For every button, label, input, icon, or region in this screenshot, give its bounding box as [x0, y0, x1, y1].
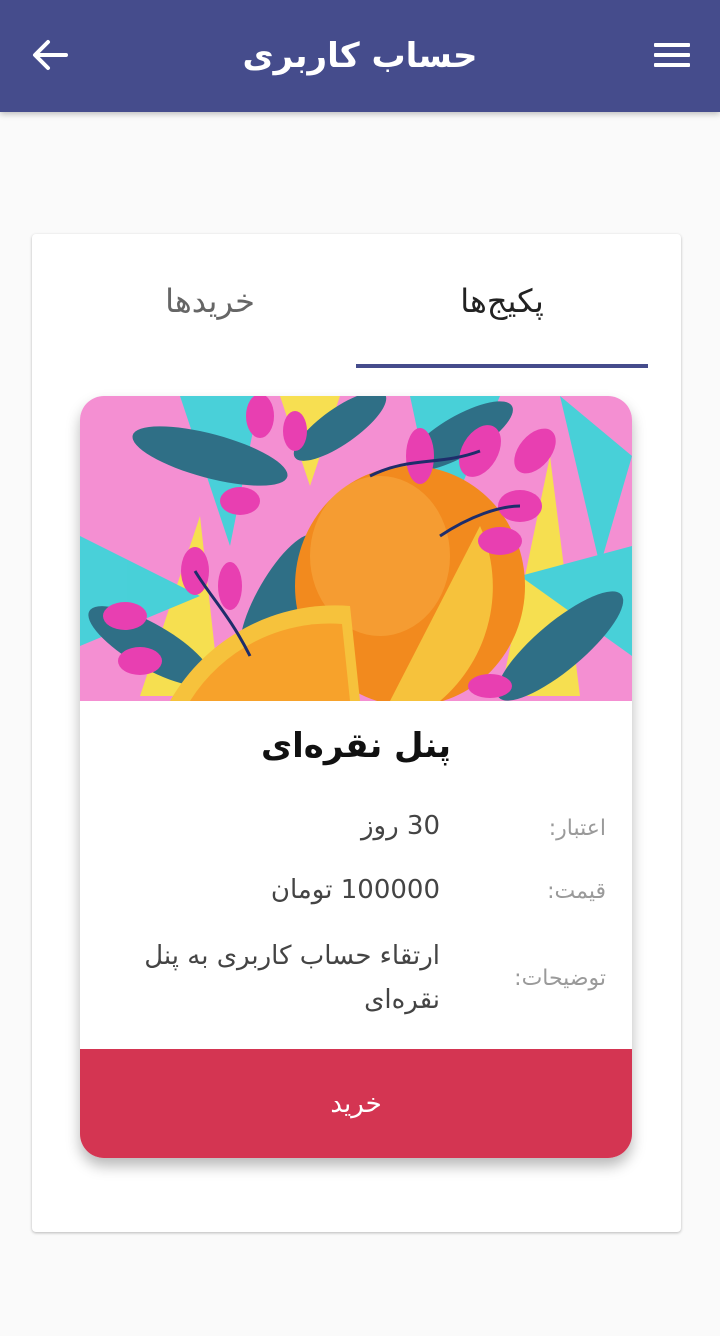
buy-button[interactable]: خرید: [80, 1049, 632, 1158]
account-panel: پکیج‌ها خریدها: [32, 234, 681, 1232]
tab-packages[interactable]: پکیج‌ها: [356, 234, 648, 368]
validity-label: اعتبار:: [548, 816, 606, 841]
package-title: پنل نقره‌ای: [260, 726, 452, 766]
description-label: توضیحات:: [514, 966, 606, 991]
page-title: حساب کاربری: [242, 36, 478, 76]
app-bar: حساب کاربری: [0, 0, 720, 112]
package-card: پنل نقره‌ای اعتبار: 30 روز قیمت: 100000 …: [80, 396, 632, 1158]
price-value: 100000 تومان: [270, 875, 440, 905]
description-value: ارتقاء حساب کاربری به پنل نقره‌ای: [144, 941, 440, 1015]
package-image: [80, 396, 632, 701]
validity-value: 30 روز: [360, 811, 440, 841]
tab-purchases[interactable]: خریدها: [64, 234, 356, 368]
price-label: قیمت:: [547, 879, 606, 904]
active-tab-indicator: [356, 364, 648, 368]
hamburger-menu-icon[interactable]: [652, 38, 692, 72]
tab-purchases-label: خریدها: [165, 282, 255, 320]
arrow-left-icon[interactable]: [28, 34, 70, 76]
tab-packages-label: پکیج‌ها: [460, 282, 544, 320]
